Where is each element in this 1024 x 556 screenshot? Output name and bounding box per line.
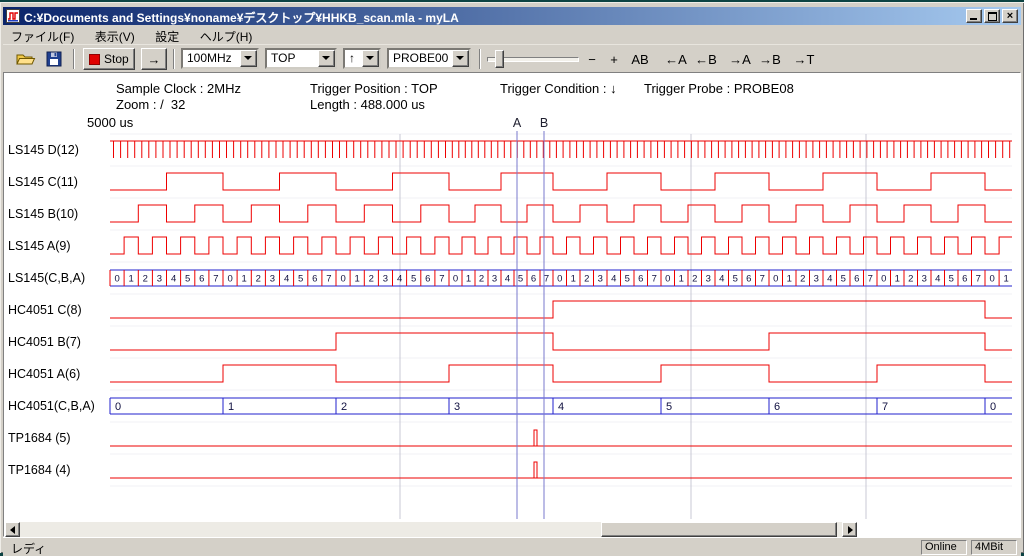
trigger-condition-info: Trigger Condition : ↓ xyxy=(500,81,617,96)
zoom-slider[interactable] xyxy=(487,48,579,70)
sample-rate-combo[interactable]: 100MHz xyxy=(181,48,259,69)
trigger-position-info: Trigger Position : TOP xyxy=(310,81,438,96)
cursor-ab-button[interactable]: AB xyxy=(627,49,653,69)
client-area: Sample Clock : 2MHz Trigger Position : T… xyxy=(3,72,1021,537)
goto-trigger-button[interactable]: →T xyxy=(791,49,817,69)
next-cursor-a-button[interactable]: →A xyxy=(727,49,753,69)
app-icon xyxy=(6,9,20,23)
status-online: Online xyxy=(921,540,967,555)
chevron-down-icon xyxy=(456,56,464,60)
scroll-right-icon xyxy=(848,526,853,534)
save-floppy-icon xyxy=(46,51,62,67)
toolbar-separator xyxy=(479,49,481,69)
probe-dropdown-button[interactable] xyxy=(452,50,469,67)
stop-label: Stop xyxy=(104,52,129,66)
stop-icon xyxy=(89,54,100,65)
stop-button[interactable]: Stop xyxy=(83,48,135,70)
close-icon: × xyxy=(1003,10,1017,22)
zoom-info: Zoom : / 32 xyxy=(116,97,185,112)
save-button[interactable] xyxy=(41,48,67,70)
trigger-probe-info: Trigger Probe : PROBE08 xyxy=(644,81,794,96)
sample-clock-info: Sample Clock : 2MHz xyxy=(116,81,241,96)
statusbar: レディ Online 4MBit xyxy=(3,537,1021,556)
length-info: Length : 488.000 us xyxy=(310,97,425,112)
trigger-edge-dropdown-button[interactable] xyxy=(362,50,379,67)
toolbar: Stop → 100MHz TOP ↑ PR xyxy=(3,44,1021,73)
zoom-out-button[interactable]: − xyxy=(583,49,601,69)
toolbar-separator xyxy=(73,49,75,69)
trigger-position-dropdown-button[interactable] xyxy=(318,50,335,67)
scroll-left-icon xyxy=(10,526,15,534)
trigger-position-value: TOP xyxy=(271,51,295,65)
menubar: ファイル(F) 表示(V) 設定 ヘルプ(H) xyxy=(3,26,1021,44)
time-scale-label: 5000 us xyxy=(87,115,133,130)
scroll-right-button[interactable] xyxy=(842,522,857,537)
run-button[interactable]: → xyxy=(141,48,167,70)
chevron-down-icon xyxy=(244,56,252,60)
prev-cursor-a-button[interactable]: ←A xyxy=(663,49,689,69)
zoom-slider-handle[interactable] xyxy=(495,50,504,68)
trigger-edge-value: ↑ xyxy=(349,51,355,65)
zoom-in-button[interactable]: + xyxy=(605,49,623,69)
desktop: C:¥Documents and Settings¥noname¥デスクトップ¥… xyxy=(0,0,1024,556)
prev-cursor-b-button[interactable]: ←B xyxy=(693,49,719,69)
minimize-button[interactable] xyxy=(966,9,982,23)
probe-combo[interactable]: PROBE00 xyxy=(387,48,471,69)
window-title: C:¥Documents and Settings¥noname¥デスクトップ¥… xyxy=(24,9,459,26)
probe-value: PROBE00 xyxy=(393,51,448,65)
open-folder-icon xyxy=(16,51,36,67)
horizontal-scrollbar[interactable] xyxy=(5,522,857,537)
status-memory: 4MBit xyxy=(971,540,1017,555)
open-button[interactable] xyxy=(13,48,39,70)
scrollbar-thumb[interactable] xyxy=(601,522,837,537)
toolbar-separator xyxy=(173,49,175,69)
run-arrow-icon: → xyxy=(148,52,161,67)
next-cursor-b-button[interactable]: →B xyxy=(757,49,783,69)
close-button[interactable]: × xyxy=(1002,9,1018,23)
trigger-position-combo[interactable]: TOP xyxy=(265,48,337,69)
chevron-down-icon xyxy=(366,56,374,60)
scroll-left-button[interactable] xyxy=(5,522,20,537)
sample-rate-dropdown-button[interactable] xyxy=(240,50,257,67)
sample-rate-value: 100MHz xyxy=(187,51,232,65)
status-ready: レディ xyxy=(11,540,46,556)
minimize-icon xyxy=(970,18,977,20)
trigger-edge-combo[interactable]: ↑ xyxy=(343,48,381,69)
chevron-down-icon xyxy=(322,56,330,60)
maximize-icon xyxy=(988,12,997,21)
app-window: C:¥Documents and Settings¥noname¥デスクトップ¥… xyxy=(0,2,1024,553)
titlebar[interactable]: C:¥Documents and Settings¥noname¥デスクトップ¥… xyxy=(3,7,1021,25)
maximize-button[interactable] xyxy=(984,9,1000,23)
